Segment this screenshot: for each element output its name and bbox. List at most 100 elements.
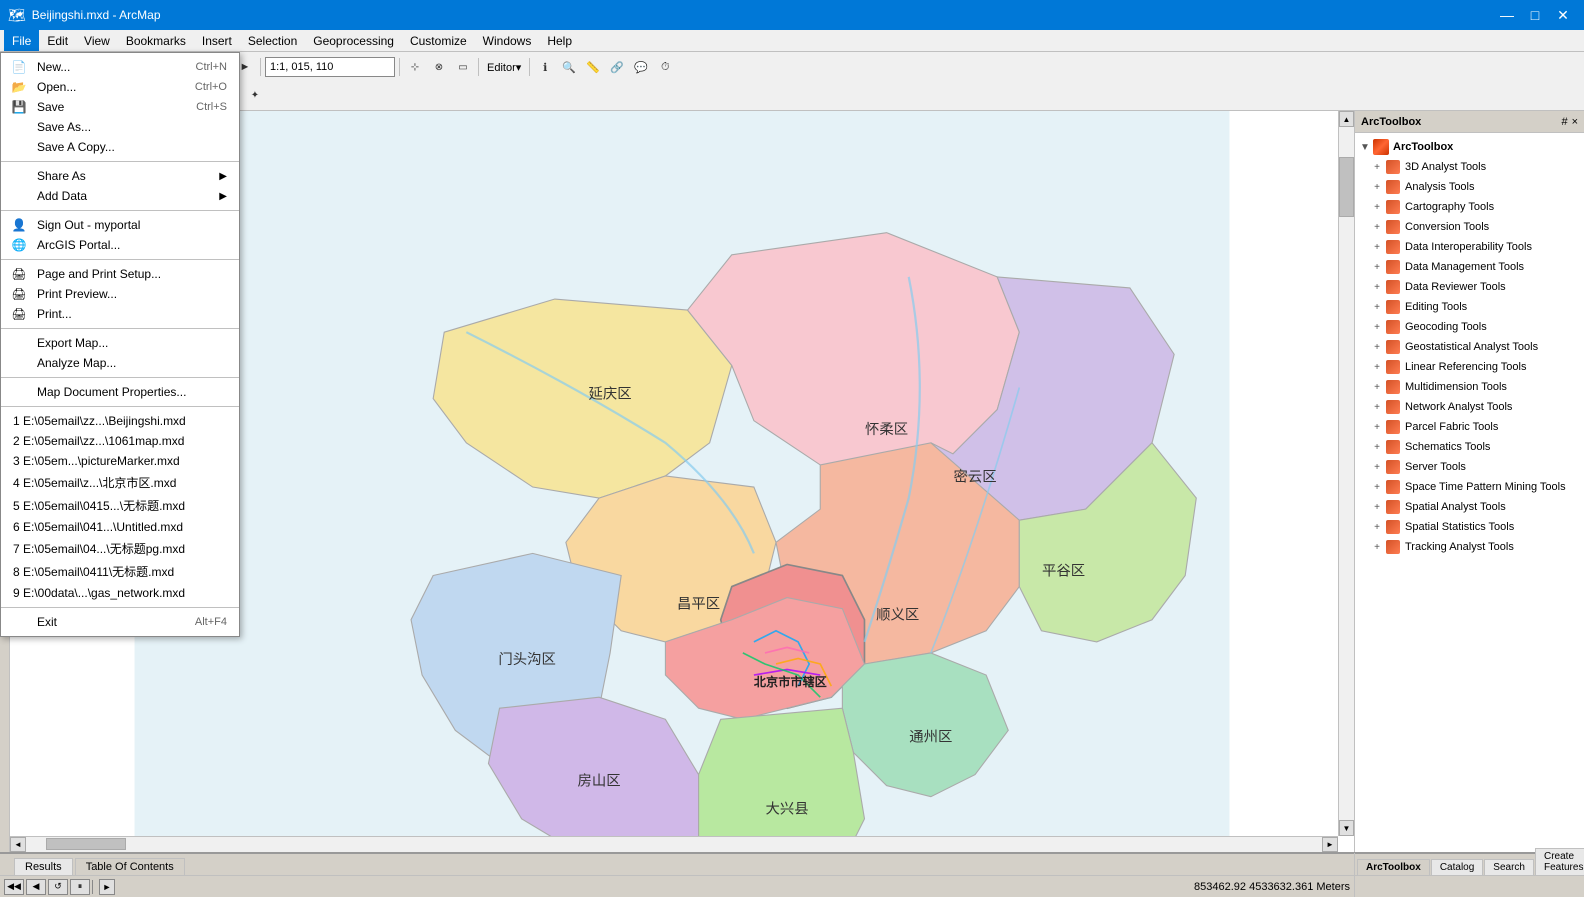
expand-icon-networkAnalyst[interactable]: + [1371, 401, 1383, 413]
toolbox-item-server[interactable]: + Server Tools [1355, 457, 1584, 477]
maximize-button[interactable]: □ [1522, 5, 1548, 25]
menu-recent-1[interactable]: 1 E:\05email\zz...\Beĳingshi.mxd [1, 411, 239, 431]
menu-item-windows[interactable]: Windows [475, 30, 540, 51]
toolbox-item-editing[interactable]: + Editing Tools [1355, 297, 1584, 317]
tab-create-features[interactable]: Create Features [1535, 848, 1584, 875]
nav-btn-2[interactable]: ◀ [26, 879, 46, 895]
tab-search[interactable]: Search [1484, 859, 1534, 875]
menu-item-bookmarks[interactable]: Bookmarks [118, 30, 194, 51]
toolbox-item-dataReviewer[interactable]: + Data Reviewer Tools [1355, 277, 1584, 297]
toolbox-item-networkAnalyst[interactable]: + Network Analyst Tools [1355, 397, 1584, 417]
menu-recent-7[interactable]: 7 E:\05email\04...\无标题pg.mxd [1, 537, 239, 560]
toolbox-item-parcelFabric[interactable]: + Parcel Fabric Tools [1355, 417, 1584, 437]
toolbox-item-geostatistical[interactable]: + Geostatistical Analyst Tools [1355, 337, 1584, 357]
menu-arcgis-portal[interactable]: 🌐 ArcGIS Portal... [1, 235, 239, 255]
menu-new[interactable]: 📄 New... Ctrl+N [1, 57, 239, 77]
hyperlink-btn[interactable]: 🔗 [606, 56, 628, 78]
toolbox-item-conversion[interactable]: + Conversion Tools [1355, 217, 1584, 237]
scroll-left-btn[interactable]: ◄ [10, 837, 26, 852]
toolbox-item-linearRef[interactable]: + Linear Referencing Tools [1355, 357, 1584, 377]
expand-icon-dataInterop[interactable]: + [1371, 241, 1383, 253]
expand-icon-spatialAnalyst[interactable]: + [1371, 501, 1383, 513]
nav-btn-1[interactable]: ◀◀ [4, 879, 24, 895]
menu-item-selection[interactable]: Selection [240, 30, 305, 51]
map-scrollbar-vertical[interactable]: ▲ ▼ [1338, 111, 1354, 836]
menu-item-edit[interactable]: Edit [39, 30, 76, 51]
toolbox-item-dataMgmt[interactable]: + Data Management Tools [1355, 257, 1584, 277]
expand-icon-dataReviewer[interactable]: + [1371, 281, 1383, 293]
toolbox-item-spatialStats[interactable]: + Spatial Statistics Tools [1355, 517, 1584, 537]
arctoolbox-pin-close[interactable]: # × [1561, 116, 1578, 128]
menu-item-file[interactable]: File [4, 30, 39, 51]
scroll-up-btn[interactable]: ▲ [1339, 111, 1354, 127]
html-popup-btn[interactable]: 💬 [630, 56, 652, 78]
scroll-thumb-v[interactable] [1339, 157, 1354, 217]
menu-page-setup[interactable]: 🖨 Page and Print Setup... [1, 264, 239, 284]
menu-sign-out[interactable]: 👤 Sign Out - myportal [1, 215, 239, 235]
menu-save-copy[interactable]: Save A Copy... [1, 137, 239, 157]
minimize-button[interactable]: — [1494, 5, 1520, 25]
nav-btn-3[interactable]: ↺ [48, 879, 68, 895]
expand-icon-spatialStats[interactable]: + [1371, 521, 1383, 533]
root-expand-icon[interactable]: ▼ [1359, 141, 1371, 153]
menu-item-help[interactable]: Help [539, 30, 580, 51]
map-scrollbar-horizontal[interactable]: ◄ ► [10, 836, 1338, 852]
clear-selection-btn[interactable]: ⊗ [428, 56, 450, 78]
menu-item-view[interactable]: View [76, 30, 118, 51]
select-features-btn[interactable]: ⊹ [404, 56, 426, 78]
menu-map-doc-props[interactable]: Map Document Properties... [1, 382, 239, 402]
menu-recent-5[interactable]: 5 E:\05email\0415...\无标题.mxd [1, 494, 239, 517]
menu-add-data[interactable]: Add Data ▶ [1, 186, 239, 206]
expand-icon-linearRef[interactable]: + [1371, 361, 1383, 373]
tab-arctoolbox[interactable]: ArcToolbox [1357, 859, 1430, 875]
toolbox-item-schematics[interactable]: + Schematics Tools [1355, 437, 1584, 457]
scale-input[interactable] [265, 57, 395, 77]
arctoolbox-root[interactable]: ▼ ArcToolbox [1355, 137, 1584, 157]
results-tab[interactable]: Results [14, 858, 73, 875]
expand-icon-cartography[interactable]: + [1371, 201, 1383, 213]
scroll-thumb-h[interactable] [46, 838, 126, 850]
expand-icon-server[interactable]: + [1371, 461, 1383, 473]
toolbox-item-trackingAnalyst[interactable]: + Tracking Analyst Tools [1355, 537, 1584, 557]
menu-share-as[interactable]: Share As ▶ [1, 166, 239, 186]
find-btn[interactable]: 🔍 [558, 56, 580, 78]
scroll-down-btn[interactable]: ▼ [1339, 820, 1354, 836]
expand-icon-geostatistical[interactable]: + [1371, 341, 1383, 353]
menu-recent-8[interactable]: 8 E:\05email\0411\无标题.mxd [1, 560, 239, 583]
menu-export-map[interactable]: Export Map... [1, 333, 239, 353]
expand-icon-conversion[interactable]: + [1371, 221, 1383, 233]
expand-icon-analysis[interactable]: + [1371, 181, 1383, 193]
toolbox-item-spatialAnalyst[interactable]: + Spatial Analyst Tools [1355, 497, 1584, 517]
menu-item-geoprocessing[interactable]: Geoprocessing [305, 30, 402, 51]
expand-icon-dataMgmt[interactable]: + [1371, 261, 1383, 273]
effects-btn[interactable]: ✦ [244, 84, 266, 106]
expand-icon-3d[interactable]: + [1371, 161, 1383, 173]
toolbox-item-spaceTime[interactable]: + Space Time Pattern Mining Tools [1355, 477, 1584, 497]
menu-recent-6[interactable]: 6 E:\05email\041...\Untitled.mxd [1, 517, 239, 537]
menu-print-preview[interactable]: 🖨 Print Preview... [1, 284, 239, 304]
time-slider-btn[interactable]: ⏱ [654, 56, 676, 78]
toc-tab[interactable]: Table Of Contents [75, 858, 185, 875]
editor-label[interactable]: Editor▾ [483, 61, 525, 74]
expand-icon-spaceTime[interactable]: + [1371, 481, 1383, 493]
toolbox-item-analysis[interactable]: + Analysis Tools [1355, 177, 1584, 197]
menu-item-insert[interactable]: Insert [194, 30, 240, 51]
toolbox-item-dataInterop[interactable]: + Data Interoperability Tools [1355, 237, 1584, 257]
menu-recent-9[interactable]: 9 E:\00data\...\gas_network.mxd [1, 583, 239, 603]
select-by-rect-btn[interactable]: ▭ [452, 56, 474, 78]
toolbox-item-3d[interactable]: + 3D Analyst Tools [1355, 157, 1584, 177]
toolbox-item-cartography[interactable]: + Cartography Tools [1355, 197, 1584, 217]
expand-icon-parcelFabric[interactable]: + [1371, 421, 1383, 433]
expand-icon-trackingAnalyst[interactable]: + [1371, 541, 1383, 553]
expand-icon-schematics[interactable]: + [1371, 441, 1383, 453]
tab-catalog[interactable]: Catalog [1431, 859, 1483, 875]
menu-analyze-map[interactable]: Analyze Map... [1, 353, 239, 373]
identify-btn[interactable]: ℹ [534, 56, 556, 78]
toolbox-item-multidimension[interactable]: + Multidimension Tools [1355, 377, 1584, 397]
measure-btn[interactable]: 📏 [582, 56, 604, 78]
nav-right-btn[interactable]: ► [99, 879, 115, 895]
scroll-right-btn[interactable]: ► [1322, 837, 1338, 852]
toolbox-item-geocoding[interactable]: + Geocoding Tools [1355, 317, 1584, 337]
expand-icon-geocoding[interactable]: + [1371, 321, 1383, 333]
menu-recent-3[interactable]: 3 E:\05em...\pictureMarker.mxd [1, 451, 239, 471]
